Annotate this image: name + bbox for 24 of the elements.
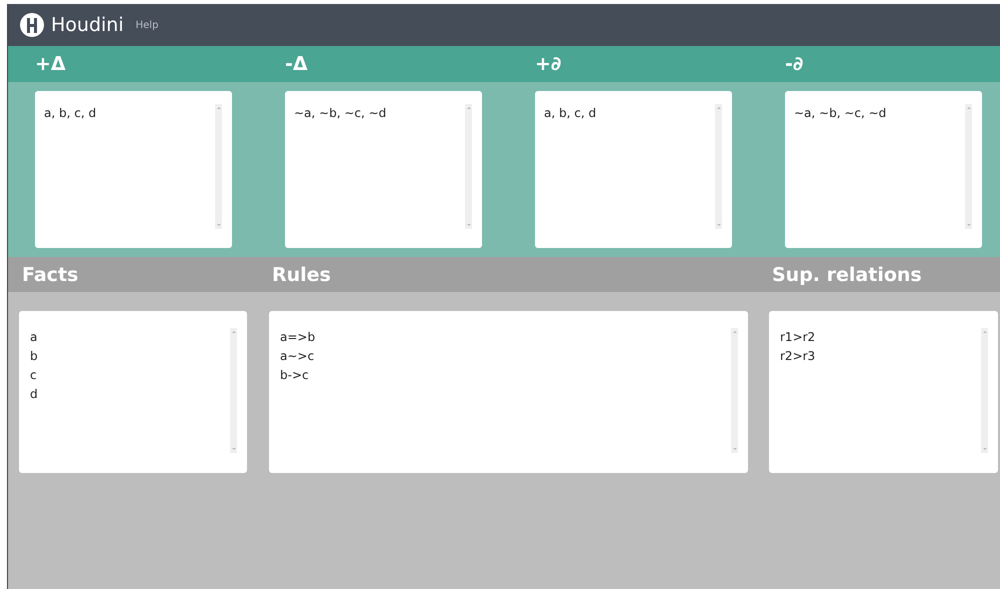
text-area[interactable]: a, b, c, d	[535, 91, 732, 248]
section-heading: +∂	[534, 53, 562, 75]
app-title[interactable]: Houdini	[51, 14, 124, 36]
scrollbar[interactable]	[230, 328, 237, 453]
section-heading: Facts	[22, 264, 78, 286]
logo-icon	[20, 13, 44, 37]
scrollbar[interactable]	[731, 328, 738, 453]
text-area[interactable]: r1>r2 r2>r3	[769, 311, 998, 473]
scrollbar[interactable]	[981, 328, 988, 453]
section-heading: Rules	[272, 264, 331, 286]
text-area[interactable]: a=>b a~>c b->c	[269, 311, 748, 473]
scrollbar[interactable]	[215, 104, 222, 229]
section-heading: -∂	[784, 53, 804, 75]
section-heading: Sup. relations	[772, 264, 922, 286]
text-area[interactable]: a b c d	[19, 311, 247, 473]
scrollbar[interactable]	[465, 104, 472, 229]
section-heading: +Δ	[34, 53, 66, 75]
scrollbar[interactable]	[965, 104, 972, 229]
help-link[interactable]: Help	[136, 20, 158, 30]
scrollbar[interactable]	[715, 104, 722, 229]
section-heading: -Δ	[284, 53, 308, 75]
text-area[interactable]: ~a, ~b, ~c, ~d	[785, 91, 982, 248]
text-area[interactable]: a, b, c, d	[35, 91, 232, 248]
text-area[interactable]: ~a, ~b, ~c, ~d	[285, 91, 482, 248]
